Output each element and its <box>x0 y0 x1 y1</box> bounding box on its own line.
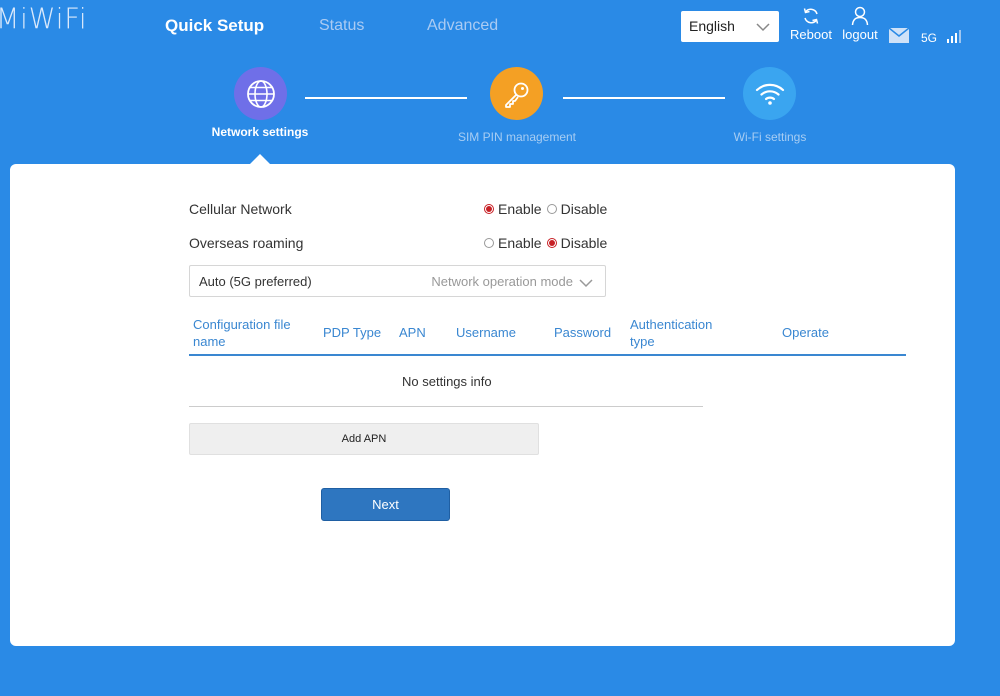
step-label-wifi-settings: Wi-Fi settings <box>733 130 807 144</box>
roaming-enable-label[interactable]: Enable <box>498 235 542 251</box>
step-label-sim-pin: SIM PIN management <box>457 130 577 144</box>
col-password: Password <box>554 325 612 340</box>
mail-icon[interactable] <box>888 27 910 48</box>
nav-advanced[interactable]: Advanced <box>427 17 498 35</box>
signal-strength-icon <box>947 29 965 48</box>
add-apn-button[interactable]: Add APN <box>189 423 539 455</box>
col-apn: APN <box>399 325 426 340</box>
table-divider <box>189 406 703 407</box>
col-username: Username <box>456 325 516 340</box>
step-network-settings[interactable] <box>234 67 287 120</box>
step-label-network-settings: Network settings <box>211 125 309 139</box>
network-mode-value: Auto (5G preferred) <box>199 274 312 289</box>
logout-button[interactable]: logout <box>840 6 880 42</box>
language-select[interactable]: English <box>681 11 779 42</box>
table-empty-message: No settings info <box>402 374 492 389</box>
language-value: English <box>689 18 735 34</box>
col-pdp-type: PDP Type <box>323 325 382 340</box>
chevron-down-icon <box>756 19 770 35</box>
refresh-icon <box>790 6 832 26</box>
nav-quick-setup[interactable]: Quick Setup <box>165 16 264 36</box>
logo: MiWiFi <box>0 3 88 36</box>
roaming-enable-radio[interactable] <box>484 238 494 248</box>
network-mode-placeholder: Network operation mode <box>431 274 573 289</box>
cellular-disable-label[interactable]: Disable <box>561 201 608 217</box>
active-step-pointer <box>250 154 270 164</box>
next-button[interactable]: Next <box>321 488 450 521</box>
col-config-file-name: Configuration file name <box>193 317 291 349</box>
overseas-roaming-label: Overseas roaming <box>189 235 304 251</box>
user-icon <box>840 6 880 26</box>
chevron-down-icon <box>579 275 593 293</box>
step-wifi-settings[interactable] <box>743 67 796 120</box>
cellular-enable-label[interactable]: Enable <box>498 201 542 217</box>
step-connector <box>563 97 725 99</box>
network-mode-select[interactable]: Auto (5G preferred) Network operation mo… <box>189 265 606 297</box>
reboot-button[interactable]: Reboot <box>790 6 832 42</box>
overseas-roaming-radio-group: Enable Disable <box>484 235 612 251</box>
nav-status[interactable]: Status <box>319 17 364 35</box>
col-authentication-type: Authentication type <box>630 317 713 349</box>
network-type-label: 5G <box>921 31 938 45</box>
step-sim-pin[interactable] <box>490 67 543 120</box>
step-connector <box>305 97 467 99</box>
cellular-network-label: Cellular Network <box>189 201 292 217</box>
main-panel: Cellular Network Enable Disable Overseas… <box>10 164 955 646</box>
logout-label: logout <box>842 27 878 42</box>
reboot-label: Reboot <box>790 27 832 42</box>
cellular-disable-radio[interactable] <box>546 204 557 214</box>
col-operate: Operate <box>782 325 829 340</box>
cellular-network-radio-group: Enable Disable <box>484 201 612 217</box>
cellular-enable-radio[interactable] <box>484 204 494 214</box>
roaming-disable-label[interactable]: Disable <box>561 235 608 251</box>
roaming-disable-radio[interactable] <box>546 238 557 248</box>
table-header-divider <box>189 354 906 356</box>
